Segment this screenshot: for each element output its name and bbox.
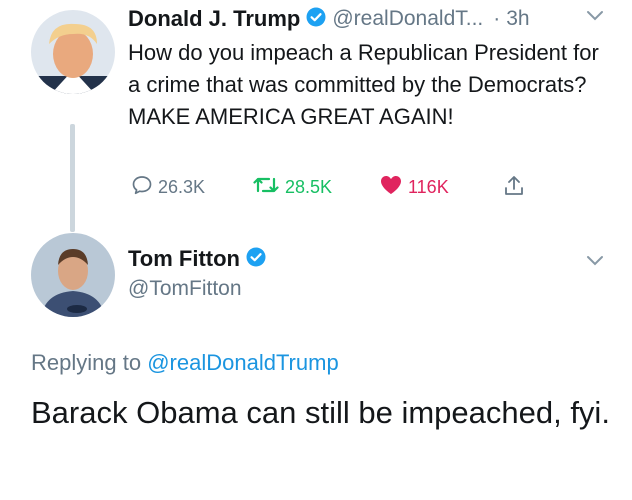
tweet2-name-row: Tom Fitton xyxy=(128,244,266,274)
tweet2-text: Barack Obama can still be impeached, fyi… xyxy=(31,395,610,430)
tweet2-author-name[interactable]: Tom Fitton xyxy=(128,246,240,272)
like-icon xyxy=(379,174,403,201)
tweet1-text: How do you impeach a Republican Presiden… xyxy=(128,40,599,129)
tweet1-separator: · xyxy=(493,7,501,30)
verified-badge-icon xyxy=(306,7,326,32)
tweet1-handle[interactable]: @realDonaldT... xyxy=(332,7,483,31)
reply-button[interactable]: 26.3K xyxy=(131,174,205,201)
thread-line xyxy=(70,124,75,232)
retweet-count: 28.5K xyxy=(285,177,333,197)
fitton-avatar[interactable] xyxy=(31,233,115,317)
replying-to-handle[interactable]: @realDonaldTrump xyxy=(147,350,338,375)
replying-to-label: Replying to xyxy=(31,350,142,375)
retweet-button[interactable]: 28.5K xyxy=(252,174,332,201)
tweet2-handle[interactable]: @TomFitton xyxy=(128,277,242,301)
verified-badge-icon xyxy=(246,247,266,272)
reply-count: 26.3K xyxy=(158,177,206,197)
tweet1-header: Donald J. Trump @realDonaldT... · 3h xyxy=(128,4,530,34)
tweet1-author-name[interactable]: Donald J. Trump xyxy=(128,6,300,32)
share-button[interactable] xyxy=(502,174,526,203)
reply-icon xyxy=(131,174,153,201)
share-icon xyxy=(502,176,526,202)
tweet1-time[interactable]: 3h xyxy=(506,7,529,31)
trump-avatar[interactable] xyxy=(31,10,115,94)
retweet-icon xyxy=(252,174,280,201)
replying-to: Replying to @realDonaldTrump xyxy=(31,350,339,376)
like-button[interactable]: 116K xyxy=(379,174,449,201)
like-count: 116K xyxy=(408,177,449,197)
chevron-down-icon[interactable] xyxy=(585,254,605,273)
chevron-down-icon[interactable] xyxy=(585,9,605,28)
